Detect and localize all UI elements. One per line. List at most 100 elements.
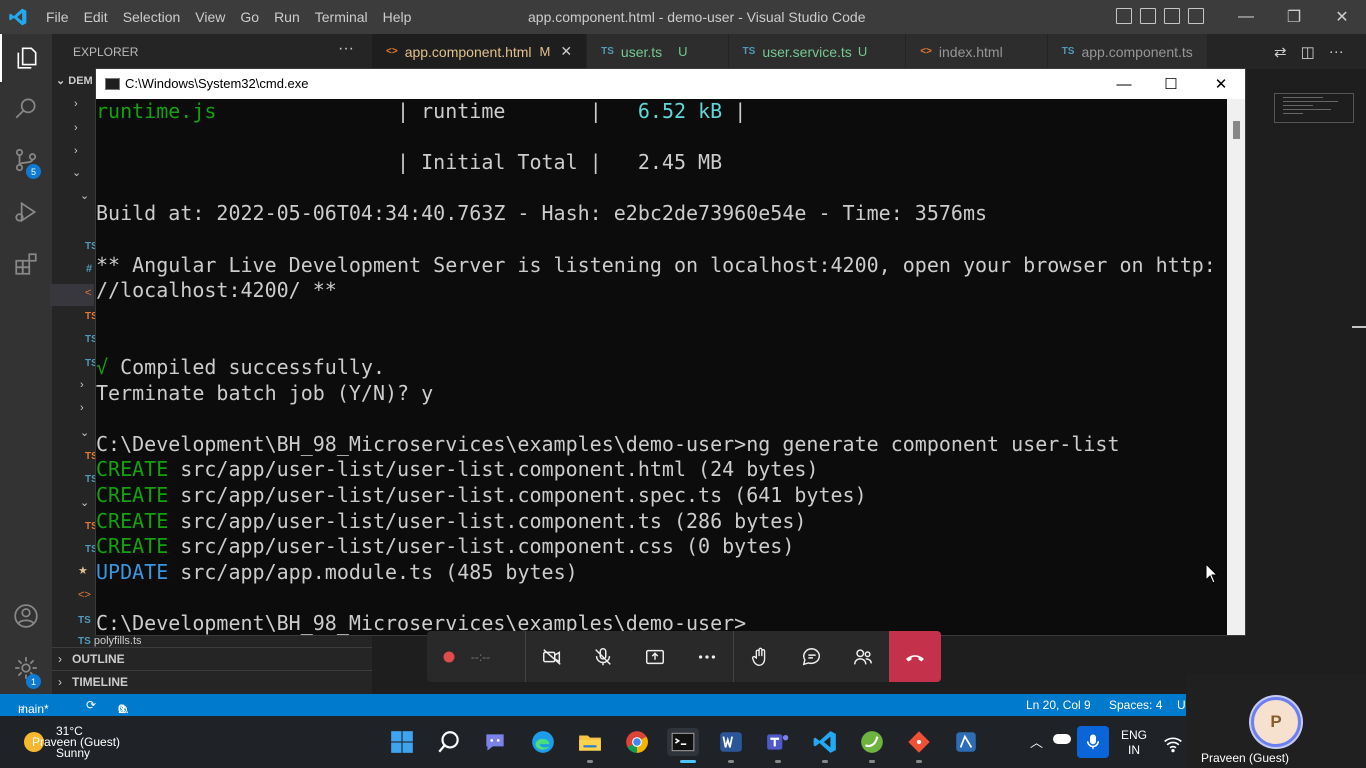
tab-user-ts[interactable]: TS user.ts U [587,34,729,69]
record-icon[interactable] [427,631,471,682]
extensions-icon[interactable] [0,240,52,288]
tab-app-component-ts[interactable]: TS app.component.ts [1047,34,1208,69]
taskbar-search-icon[interactable] [435,728,463,756]
remote-desktop-icon[interactable] [952,728,980,756]
terminal-output[interactable]: runtime.js | runtime | 6.52 kB | | Initi… [96,99,1227,635]
vscode-app-icon[interactable] [811,728,839,756]
menu-run[interactable]: Run [274,9,307,25]
cmd-scrollbar[interactable] [1227,99,1245,635]
indentation[interactable]: Spaces: 4 [1109,698,1162,712]
run-debug-icon[interactable] [0,188,52,236]
cmd-window[interactable]: C:\Windows\System32\cmd.exe — ☐ ✕ runtim… [95,68,1246,636]
chevron-down-icon[interactable]: ⌄ [72,166,81,179]
region-code: IN [1128,743,1140,757]
menu-selection[interactable]: Selection [123,9,188,25]
cmd-titlebar[interactable]: C:\Windows\System32\cmd.exe — ☐ ✕ [96,69,1245,99]
chevron-down-icon[interactable]: ⌄ [80,426,89,439]
terminal-line: CREATE src/app/user-list/user-list.compo… [96,534,795,559]
chat-icon[interactable] [786,631,838,682]
outline-section[interactable]: › OUTLINE [52,647,372,670]
branch-name: main* [18,702,49,716]
cmd-close-button[interactable]: ✕ [1196,69,1246,99]
teams-chat-icon[interactable] [481,728,509,756]
sync-icon[interactable]: ⟳ [86,698,96,712]
manage-gear-icon[interactable]: 1 [0,644,52,692]
terminal-line: Build at: 2022-05-06T04:34:40.763Z - Has… [96,201,988,226]
scrollbar-thumb[interactable] [1233,121,1240,139]
onedrive-cloud-icon[interactable] [1053,734,1071,744]
menu-go[interactable]: Go [240,9,266,25]
vscode-logo-icon [9,8,27,26]
teams-app-icon[interactable] [764,728,792,756]
polyfills-file[interactable]: TS polyfills.ts [78,635,142,647]
chevron-right-icon[interactable]: › [74,122,78,134]
toggle-panel-icon[interactable] [1140,8,1156,24]
tab-index-html[interactable]: <> index.html [906,34,1048,69]
terminal-line: //localhost:4200/ ** [96,278,337,303]
mic-off-icon[interactable] [577,631,629,682]
tab-label: user.ts [620,43,663,60]
close-icon[interactable]: ✕ [560,43,572,60]
menu-help[interactable]: Help [383,9,419,25]
camera-off-icon[interactable] [526,631,578,682]
search-icon[interactable] [0,84,52,132]
chevron-right-icon[interactable]: › [74,98,78,110]
tab-user-service-ts[interactable]: TS user.service.ts U [728,34,907,69]
tab-label: index.html [938,43,1003,60]
split-editor-icon[interactable]: ◫ [1301,43,1315,61]
minimap[interactable] [1274,93,1354,123]
chevron-right-icon[interactable]: › [80,402,84,414]
mic-tray-icon[interactable] [1077,726,1109,758]
cmd-minimize-button[interactable]: — [1099,69,1149,99]
tab-label: user.service.ts [762,43,852,60]
close-button[interactable]: ✕ [1318,0,1366,34]
tab-app-component-html[interactable]: <> app.component.html M ✕ [372,34,588,69]
more-options-icon[interactable] [681,631,733,682]
word-app-icon[interactable] [717,728,745,756]
chevron-right-icon[interactable]: › [80,379,84,391]
edge-browser-icon[interactable] [529,728,557,756]
participants-icon[interactable] [837,631,889,682]
account-icon[interactable] [0,592,52,640]
wifi-icon[interactable] [1163,734,1183,759]
menu-file[interactable]: File [46,9,76,25]
more-actions-icon[interactable]: ··· [1329,43,1344,60]
terminal-app-icon[interactable] [667,728,699,756]
customize-layout-icon[interactable] [1188,8,1204,24]
workspace-root[interactable]: ⌄ DEM [56,74,93,87]
tray-chevron-up-icon[interactable]: ︿ [1030,732,1043,751]
spring-tools-icon[interactable] [858,728,886,756]
share-screen-icon[interactable] [629,631,681,682]
cmd-maximize-button[interactable]: ☐ [1146,69,1196,99]
git-tool-icon[interactable] [905,728,933,756]
minimize-button[interactable]: — [1222,0,1270,34]
chevron-right-icon[interactable]: › [74,145,78,157]
participant-tile[interactable]: P Praveen (Guest) [1186,674,1366,768]
timeline-section[interactable]: › TIMELINE [52,670,372,693]
scroll-marker [1352,326,1366,328]
explorer-icon[interactable] [0,34,52,82]
menu-view[interactable]: View [195,9,232,25]
chevron-down-icon[interactable]: ⌄ [80,496,89,509]
chevron-down-icon[interactable]: ⌄ [80,189,89,202]
ts-file-icon: TS [78,615,91,626]
toggle-sidebar-icon[interactable] [1116,8,1132,24]
menu-terminal[interactable]: Terminal [315,9,375,25]
chrome-browser-icon[interactable] [623,728,651,756]
language-code: ENG [1121,728,1148,742]
explorer-more-button[interactable]: ··· [338,40,354,58]
toggle-secondary-sidebar-icon[interactable] [1164,8,1180,24]
source-control-icon[interactable]: 5 [0,136,52,184]
cursor-position[interactable]: Ln 20, Col 9 [1026,698,1091,712]
restore-button[interactable]: ❐ [1270,0,1318,34]
language-indicator[interactable]: ENG IN [1121,728,1147,758]
encoding[interactable]: U [1177,698,1186,712]
raise-hand-icon[interactable] [734,631,786,682]
compare-changes-icon[interactable]: ⇄ [1274,43,1287,61]
start-windows-icon[interactable] [388,728,416,756]
file-explorer-icon[interactable] [576,728,604,756]
menu-edit[interactable]: Edit [84,9,115,25]
hang-up-button[interactable] [889,631,941,682]
